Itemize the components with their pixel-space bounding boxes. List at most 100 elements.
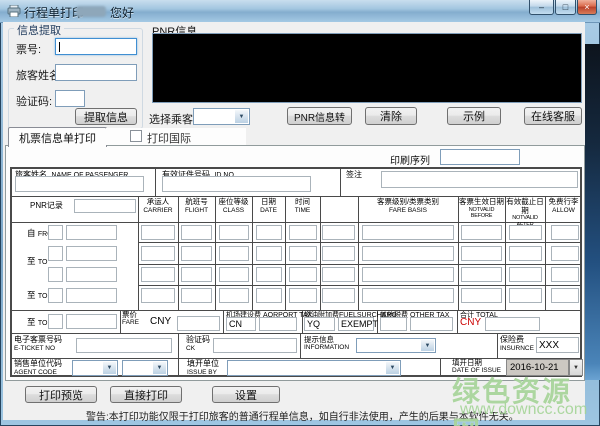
segment-input[interactable] (256, 246, 282, 261)
to-label-2: 至 TO (27, 290, 48, 300)
segment-input[interactable] (141, 246, 175, 261)
segment-input[interactable] (322, 225, 355, 240)
segment-input[interactable] (48, 314, 63, 329)
example-button[interactable]: 示例 (447, 107, 501, 125)
close-button[interactable]: × (577, 0, 597, 15)
passenger-name-field[interactable] (15, 176, 144, 192)
segment-input[interactable] (181, 246, 212, 261)
other-tax-amount-field[interactable] (410, 317, 453, 331)
agent-code-combobox-2[interactable]: ▼ (122, 360, 168, 376)
other-tax-code-field[interactable] (380, 317, 407, 331)
segment-input[interactable] (362, 246, 454, 261)
captcha-label: 验证码: (16, 96, 53, 108)
chevron-down-icon: ▼ (103, 362, 116, 374)
extract-info-button[interactable]: 提取信息 (75, 108, 137, 125)
segment-input[interactable] (362, 225, 454, 240)
segment-input[interactable] (181, 288, 212, 303)
segment-input[interactable] (256, 288, 282, 303)
select-passenger-combobox[interactable]: ▼ (193, 108, 250, 125)
segment-input[interactable] (181, 225, 212, 240)
segment-input[interactable] (461, 288, 502, 303)
ck-field[interactable] (213, 338, 297, 353)
segment-input[interactable] (461, 225, 502, 240)
segment-input[interactable] (551, 267, 579, 282)
ticket-no-label: 票号: (16, 44, 42, 56)
ticket-no-input[interactable] (55, 38, 137, 55)
info-combobox[interactable]: ▼ (356, 338, 436, 353)
insurance-field[interactable]: XXX (536, 337, 579, 353)
endorsement-field[interactable] (381, 171, 578, 188)
segment-input[interactable] (66, 267, 117, 282)
segment-input[interactable] (289, 288, 317, 303)
segment-input[interactable] (219, 267, 249, 282)
grid-vline (440, 358, 441, 377)
total-amount-field[interactable] (485, 317, 540, 331)
segment-input[interactable] (461, 246, 502, 261)
printer-icon (7, 5, 21, 17)
maximize-button[interactable]: □ (555, 0, 576, 15)
airport-tax-code-field[interactable]: CN (226, 317, 256, 331)
captcha-input[interactable] (55, 90, 85, 107)
segment-input[interactable] (66, 246, 117, 261)
pnr-convert-button[interactable]: PNR信息转 (287, 107, 352, 125)
segment-input[interactable] (66, 314, 117, 329)
id-no-field[interactable] (162, 176, 311, 192)
segment-input[interactable] (219, 225, 249, 240)
pnr-info-textarea[interactable] (152, 33, 582, 103)
segment-input[interactable] (48, 267, 63, 282)
print-preview-button[interactable]: 打印预览 (25, 386, 97, 403)
col-time-header: 时间 TIME (294, 197, 311, 214)
segment-input[interactable] (551, 225, 579, 240)
segment-input[interactable] (141, 288, 175, 303)
col-class-header: 座位等级 CLASS (218, 197, 249, 214)
print-seq-input[interactable] (440, 149, 520, 165)
grid-hline (10, 222, 582, 223)
segment-input[interactable] (219, 288, 249, 303)
info-extract-title: 信息提取 (14, 22, 64, 38)
col-not-before-header: 客票生效日期 NOTVALID BEFORE (459, 197, 504, 219)
segment-input[interactable] (256, 267, 282, 282)
tab-ticket-info-print[interactable]: 机票信息单打印 (8, 127, 107, 147)
direct-print-button[interactable]: 直接打印 (110, 386, 182, 403)
segment-input[interactable] (509, 225, 542, 240)
passenger-name-input[interactable] (55, 64, 137, 81)
fare-amount-field[interactable] (177, 316, 220, 331)
segment-input[interactable] (48, 246, 63, 261)
clear-button[interactable]: 清除 (365, 107, 417, 125)
segment-input[interactable] (289, 267, 317, 282)
issue-by-combobox[interactable]: ▼ (227, 360, 401, 376)
agent-code-combobox-1[interactable]: ▼ (72, 360, 118, 376)
segment-input[interactable] (66, 288, 117, 303)
segment-input[interactable] (48, 288, 63, 303)
segment-input[interactable] (322, 246, 355, 261)
segment-input[interactable] (181, 267, 212, 282)
segment-input[interactable] (322, 267, 355, 282)
segment-input[interactable] (461, 267, 502, 282)
pnr-record-field[interactable] (74, 199, 136, 213)
segment-input[interactable] (322, 288, 355, 303)
online-support-button[interactable]: 在线客服 (524, 107, 582, 125)
segment-input[interactable] (289, 246, 317, 261)
segment-input[interactable] (289, 225, 317, 240)
background-strip (585, 44, 600, 380)
etkt-field[interactable] (76, 338, 172, 353)
segment-input[interactable] (141, 267, 175, 282)
segment-input[interactable] (509, 288, 542, 303)
segment-input[interactable] (509, 267, 542, 282)
segment-input[interactable] (509, 246, 542, 261)
airport-tax-amount-field[interactable] (259, 317, 297, 331)
fuel-surcharge-code-field[interactable]: YQ (304, 317, 335, 331)
segment-input[interactable] (141, 225, 175, 240)
segment-input[interactable] (66, 225, 117, 240)
segment-input[interactable] (362, 267, 454, 282)
segment-input[interactable] (362, 288, 454, 303)
minimize-button[interactable]: – (529, 0, 554, 15)
settings-button[interactable]: 设置 (212, 386, 280, 403)
fuel-surcharge-value-field[interactable]: EXEMPT (338, 317, 378, 331)
segment-input[interactable] (48, 225, 63, 240)
segment-input[interactable] (551, 246, 579, 261)
segment-input[interactable] (551, 288, 579, 303)
segment-input[interactable] (256, 225, 282, 240)
print-intl-checkbox[interactable] (130, 130, 142, 142)
segment-input[interactable] (219, 246, 249, 261)
